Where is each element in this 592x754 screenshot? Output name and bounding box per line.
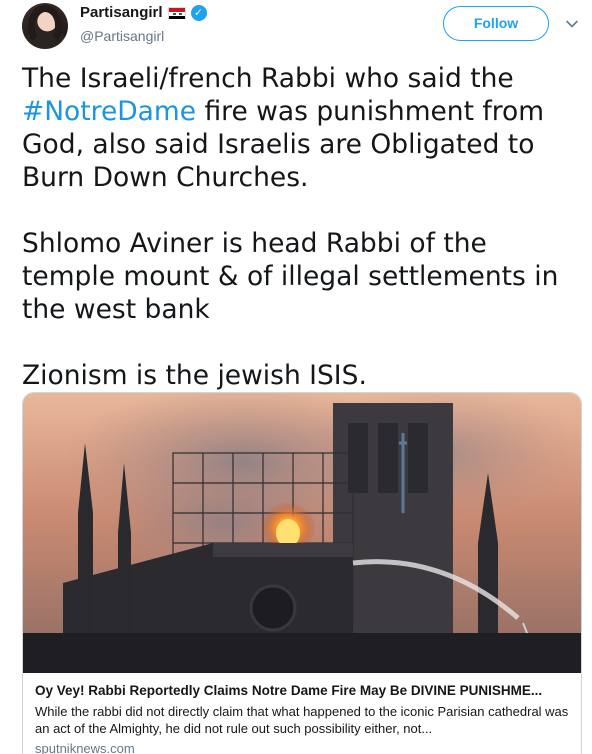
card-title[interactable]: Oy Vey! Rabbi Reportedly Claims Notre Da… (35, 683, 571, 698)
follow-button[interactable]: Follow (443, 6, 549, 41)
verified-badge-icon: ✓ (190, 4, 207, 21)
syria-flag-icon (167, 6, 186, 19)
chevron-down-icon[interactable] (565, 17, 579, 31)
link-card[interactable]: Oy Vey! Rabbi Reportedly Claims Notre Da… (22, 392, 582, 754)
tweet-header: Partisangirl ✓ @Partisangirl Follow (0, 0, 592, 56)
author-name[interactable]: Partisangirl (80, 4, 163, 21)
author-row: Partisangirl ✓ (80, 4, 207, 21)
avatar[interactable] (22, 3, 68, 49)
hashtag-link[interactable]: #NotreDame (22, 96, 196, 127)
tweet-text: The Israeli/french Rabbi who said the #N… (22, 62, 577, 392)
tweet: Partisangirl ✓ @Partisangirl Follow The … (0, 0, 592, 754)
tweet-paragraph-1: The Israeli/french Rabbi who said the #N… (22, 62, 577, 194)
card-domain: sputniknews.com (35, 741, 135, 754)
tweet-paragraph-2: Shlomo Aviner is head Rabbi of the templ… (22, 228, 559, 325)
author-handle[interactable]: @Partisangirl (80, 28, 164, 44)
card-image[interactable] (23, 393, 582, 673)
card-description: While the rabbi did not directly claim t… (35, 704, 569, 736)
tweet-paragraph-3: Zionism is the jewish ISIS. (22, 360, 367, 391)
card-body: Oy Vey! Rabbi Reportedly Claims Notre Da… (23, 673, 581, 754)
text-segment: The Israeli/french Rabbi who said the (22, 63, 514, 94)
